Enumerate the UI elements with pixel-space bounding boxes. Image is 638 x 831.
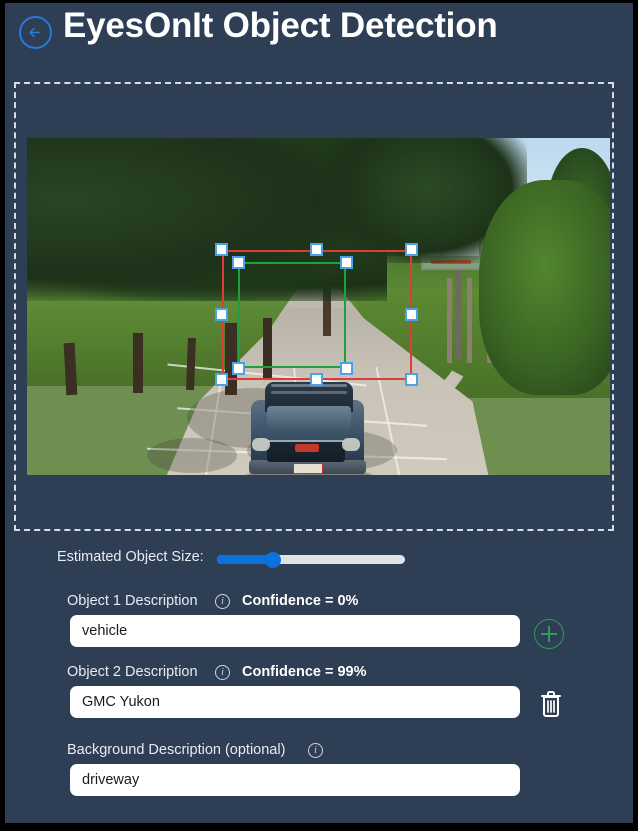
object-2-description-input[interactable] (70, 686, 520, 718)
gmc-badge (295, 444, 319, 452)
slider-thumb[interactable] (265, 552, 282, 568)
bbox1-handle-top-center[interactable] (310, 243, 323, 256)
bbox2-handle-bottom-right[interactable] (340, 362, 353, 375)
app-window: EyesOnIt Object Detection Estimated Obje… (5, 3, 633, 823)
bbox1-handle-bottom-right[interactable] (405, 373, 418, 386)
bbox1-handle-bottom-center[interactable] (310, 373, 323, 386)
bbox2-handle-top-left[interactable] (232, 256, 245, 269)
object-1-label: Object 1 Description (67, 593, 198, 609)
windshield (267, 406, 351, 430)
bbox1-handle-middle-right[interactable] (405, 308, 418, 321)
detection-image[interactable] (27, 138, 610, 475)
bbox2-handle-bottom-left[interactable] (232, 362, 245, 375)
info-icon[interactable]: i (308, 743, 323, 758)
object-1-description-input[interactable] (70, 615, 520, 647)
object-2-bounding-box[interactable] (238, 262, 346, 368)
headlight (342, 438, 360, 451)
info-icon[interactable]: i (215, 665, 230, 680)
page-title: EyesOnIt Object Detection (63, 6, 498, 45)
trash-icon[interactable] (536, 688, 566, 720)
bbox1-handle-top-left[interactable] (215, 243, 228, 256)
bbox2-handle-top-right[interactable] (340, 256, 353, 269)
bbox1-handle-top-right[interactable] (405, 243, 418, 256)
object-size-slider[interactable] (217, 552, 405, 568)
trash-icon-glyph (541, 691, 561, 717)
background-label: Background Description (optional) (67, 742, 286, 758)
tree-shadow (147, 438, 237, 473)
object-size-slider-row: Estimated Object Size: (5, 546, 633, 574)
back-arrow-glyph (29, 27, 40, 38)
background-description-input[interactable] (70, 764, 520, 796)
roof-rack (271, 391, 347, 394)
object-2-confidence: Confidence = 99% (242, 664, 367, 680)
object-2-label: Object 2 Description (67, 664, 198, 680)
headlight (252, 438, 270, 451)
license-plate (293, 463, 323, 474)
info-icon[interactable]: i (215, 594, 230, 609)
back-arrow-icon[interactable] (19, 16, 52, 49)
app-header: EyesOnIt Object Detection (5, 3, 633, 65)
slider-label: Estimated Object Size: (57, 549, 204, 565)
bbox1-handle-bottom-left[interactable] (215, 373, 228, 386)
plus-circle-icon[interactable] (534, 619, 564, 649)
suv-vehicle (245, 376, 373, 475)
tree-trunk (133, 333, 143, 393)
roof-rack (271, 384, 347, 387)
shrub-right (479, 180, 610, 395)
object-1-confidence: Confidence = 0% (242, 593, 359, 609)
bbox1-handle-middle-left[interactable] (215, 308, 228, 321)
